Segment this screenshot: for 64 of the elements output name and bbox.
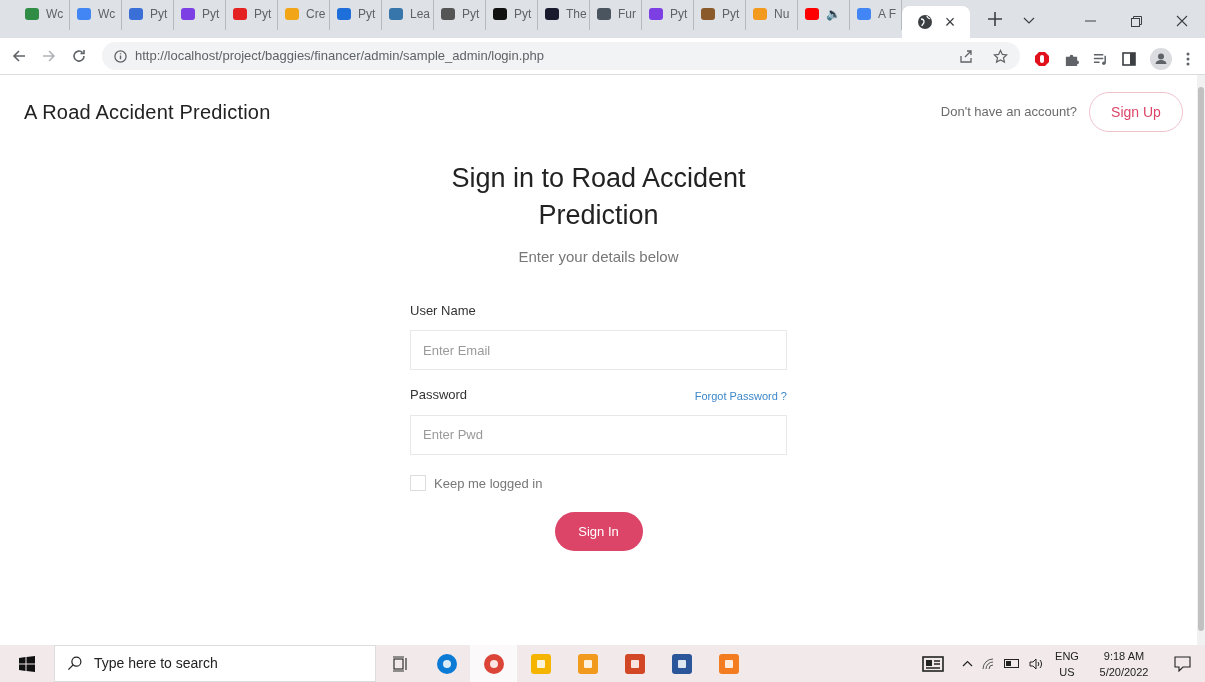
- browser-tab[interactable]: Pyt: [122, 0, 174, 30]
- account-prompt: Don't have an account?: [940, 103, 1077, 122]
- menu-icon[interactable]: [1186, 52, 1190, 66]
- taskbar-app-icon[interactable]: [470, 645, 517, 682]
- clock-time[interactable]: 9:18 AM: [1103, 647, 1145, 664]
- forgot-password-link[interactable]: Forgot Password ?: [694, 388, 787, 405]
- browser-tab[interactable]: ×: [902, 6, 970, 38]
- checkbox[interactable]: [410, 475, 426, 492]
- share-icon[interactable]: [959, 49, 973, 63]
- browser-tab[interactable]: Nu: [746, 0, 798, 30]
- url-text: http://localhost/project/baggies/financer/admin/sample_admin/login.php: [135, 47, 545, 66]
- close-icon[interactable]: [1176, 15, 1188, 27]
- star-icon[interactable]: [993, 48, 1008, 64]
- browser-tab[interactable]: Pyt: [642, 0, 694, 30]
- info-icon: [114, 49, 127, 63]
- checkbox-label: Keep me logged in: [434, 474, 543, 493]
- field-label: User Name: [410, 301, 477, 320]
- sign-in-button[interactable]: Sign In: [554, 512, 643, 551]
- browser-tab[interactable]: Cre: [278, 0, 330, 30]
- browser-tab[interactable]: Wc: [18, 0, 70, 30]
- side-panel-icon[interactable]: [1122, 52, 1136, 66]
- reload-icon[interactable]: [72, 49, 86, 63]
- field-label: Password: [410, 386, 468, 404]
- notifications-icon[interactable]: [1174, 655, 1191, 672]
- form-subtitle: Enter your details below: [518, 247, 679, 267]
- clock-date[interactable]: 5/20/2022: [1099, 663, 1149, 680]
- playlist-icon[interactable]: [1093, 51, 1108, 67]
- browser-tab[interactable]: Fur: [590, 0, 642, 30]
- browser-tab[interactable]: Lea: [382, 0, 434, 30]
- browser-tab[interactable]: A F: [850, 0, 902, 30]
- taskbar-search-field[interactable]: Type here to search: [54, 645, 376, 682]
- browser-tab[interactable]: Pyt: [226, 0, 278, 30]
- chevron-down-icon[interactable]: [1023, 17, 1035, 25]
- browser-tab[interactable]: 🔈: [798, 0, 850, 30]
- browser-tab[interactable]: Wc: [70, 0, 122, 30]
- language-indicator[interactable]: ENG: [1055, 647, 1079, 664]
- email-field[interactable]: Enter Email: [410, 330, 787, 370]
- task-view-icon[interactable]: [391, 655, 408, 672]
- region-indicator[interactable]: US: [1059, 663, 1075, 680]
- sign-up-button[interactable]: Sign Up: [1089, 92, 1183, 132]
- form-heading: Sign in to Road Accident Prediction: [450, 162, 747, 232]
- profile-icon[interactable]: [1150, 48, 1172, 70]
- chevron-up-icon[interactable]: [962, 660, 973, 667]
- wifi-icon[interactable]: [982, 657, 995, 670]
- windows-start-icon[interactable]: [19, 655, 35, 672]
- browser-tab[interactable]: Pyt: [434, 0, 486, 30]
- scrollbar[interactable]: [1197, 75, 1205, 645]
- back-icon[interactable]: [12, 49, 26, 63]
- browser-tab[interactable]: Pyt: [486, 0, 538, 30]
- address-bar[interactable]: http://localhost/project/baggies/financer/admin/sample_admin/login.php: [102, 42, 1020, 70]
- browser-tab[interactable]: Pyt: [694, 0, 746, 30]
- stop-sign-icon[interactable]: [1034, 51, 1050, 67]
- search-placeholder: Type here to search: [94, 654, 218, 673]
- restore-icon[interactable]: [1130, 15, 1142, 27]
- search-icon: [67, 656, 82, 671]
- browser-tab[interactable]: Pyt: [330, 0, 382, 30]
- password-field[interactable]: Enter Pwd: [410, 414, 787, 455]
- browser-tab[interactable]: Pyt: [174, 0, 226, 30]
- battery-icon[interactable]: [1004, 659, 1020, 668]
- new-tab-icon[interactable]: [988, 12, 1002, 26]
- browser-tab[interactable]: The: [538, 0, 590, 30]
- news-icon[interactable]: [922, 655, 944, 672]
- speaker-icon[interactable]: [1029, 657, 1043, 670]
- site-title: A Road Accident Prediction: [24, 100, 271, 125]
